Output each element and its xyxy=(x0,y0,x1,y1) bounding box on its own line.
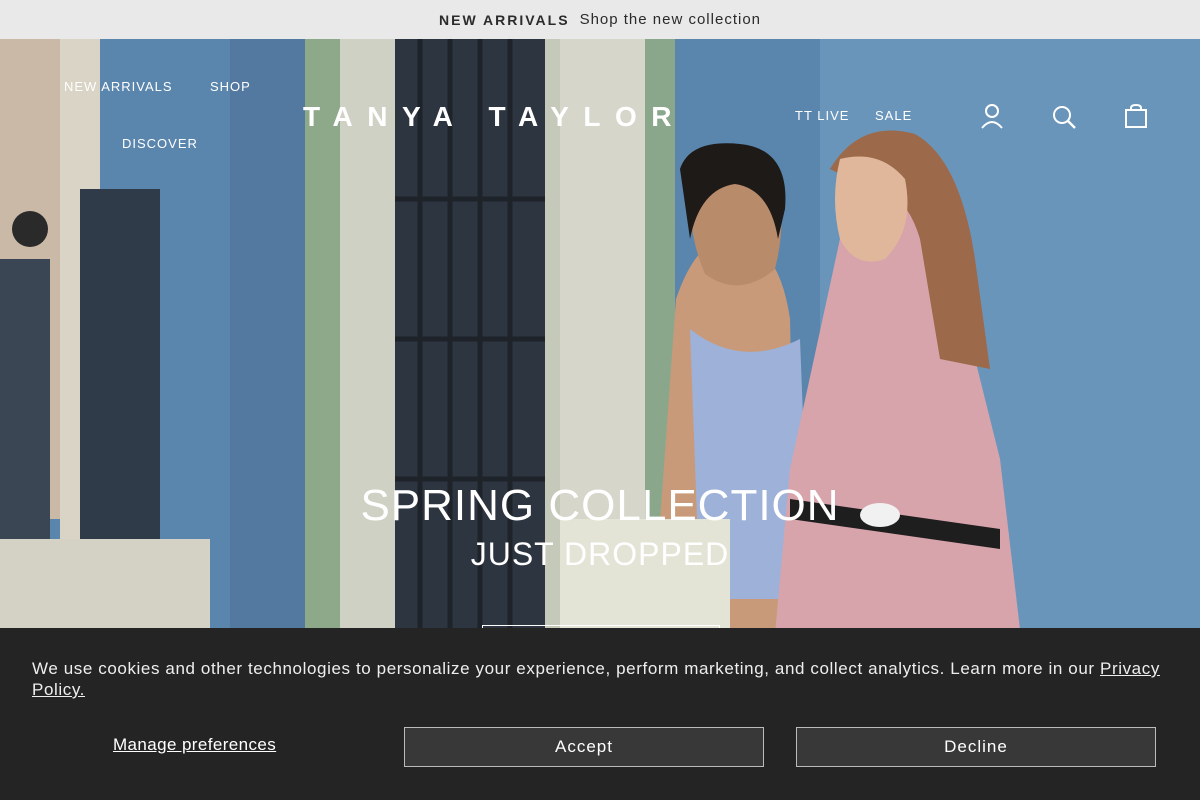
announcement-text: Shop the new collection xyxy=(579,11,761,28)
brand-logo[interactable]: TANYA TAYLOR xyxy=(303,101,686,133)
nav-new-arrivals[interactable]: NEW ARRIVALS xyxy=(64,79,173,94)
cookie-message: We use cookies and other technologies to… xyxy=(32,658,1162,700)
nav-discover[interactable]: DISCOVER xyxy=(122,136,198,151)
nav-sale[interactable]: SALE xyxy=(875,108,912,123)
announcement-bar[interactable]: NEW ARRIVALS Shop the new collection xyxy=(0,0,1200,39)
accept-button[interactable]: Accept xyxy=(404,727,764,767)
bag-icon[interactable] xyxy=(1123,103,1149,129)
decline-button[interactable]: Decline xyxy=(796,727,1156,767)
cookie-text: We use cookies and other technologies to… xyxy=(32,659,1095,678)
nav-shop[interactable]: SHOP xyxy=(210,79,251,94)
nav-tt-live[interactable]: TT LIVE xyxy=(795,108,849,123)
hero-headline: SPRING COLLECTION xyxy=(360,481,840,530)
manage-preferences-link[interactable]: Manage preferences xyxy=(113,735,276,755)
hero-subheadline: JUST DROPPED xyxy=(470,536,730,572)
account-icon[interactable] xyxy=(978,102,1006,130)
search-icon[interactable] xyxy=(1051,104,1077,130)
cookie-banner: We use cookies and other technologies to… xyxy=(0,628,1200,800)
announcement-title: NEW ARRIVALS xyxy=(439,11,570,28)
